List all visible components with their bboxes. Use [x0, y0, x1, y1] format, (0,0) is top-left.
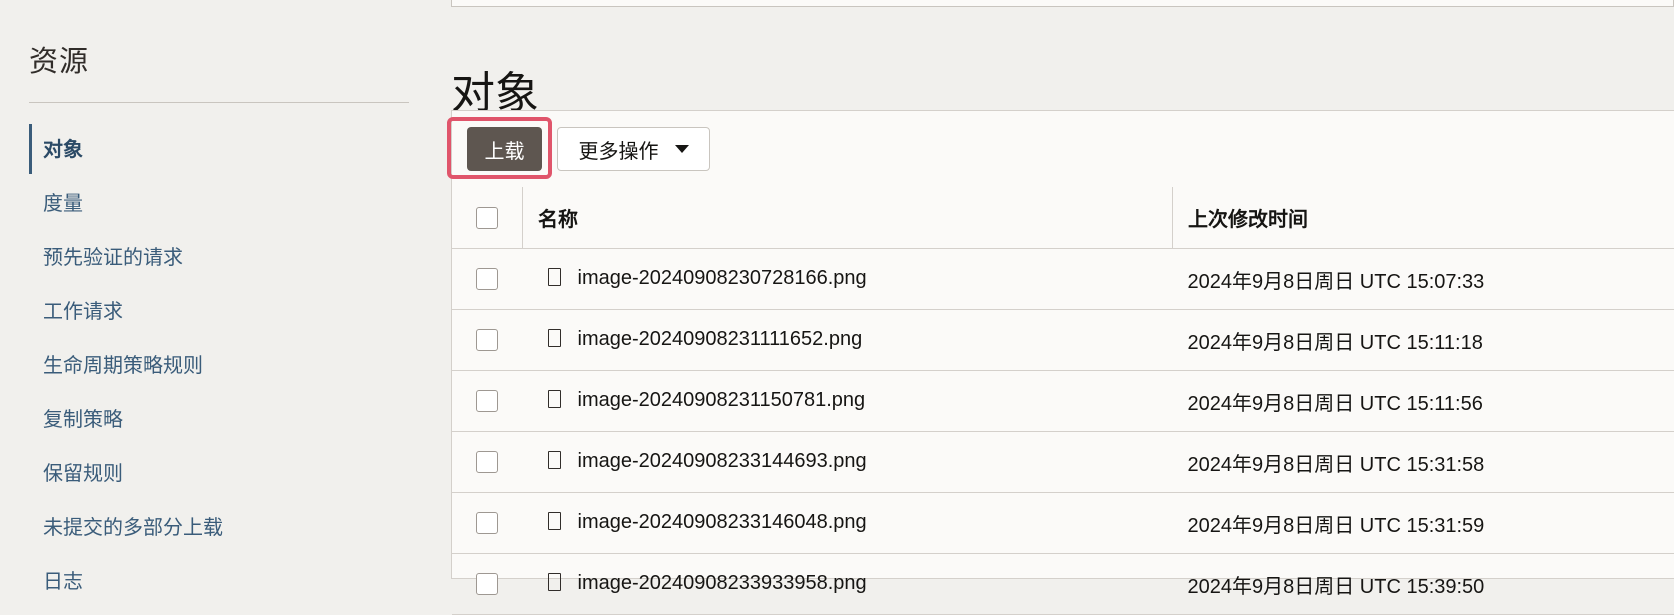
nav-item-lifecycle-rules[interactable]: 生命周期策略规则: [29, 338, 409, 392]
nav-item-work-requests[interactable]: 工作请求: [29, 284, 409, 338]
more-actions-button[interactable]: 更多操作: [557, 127, 710, 171]
upload-button[interactable]: 上载: [467, 127, 542, 171]
select-all-checkbox[interactable]: [476, 207, 498, 229]
last-modified: 2024年9月8日周日 UTC 15:11:18: [1188, 332, 1483, 354]
last-modified: 2024年9月8日周日 UTC 15:07:33: [1188, 271, 1485, 293]
sidebar-title: 资源: [29, 38, 89, 80]
nav-item-multipart-uploads[interactable]: 未提交的多部分上载: [29, 500, 409, 554]
caret-down-icon: [675, 145, 689, 153]
top-panel-edge: [451, 0, 1674, 7]
object-name[interactable]: image-20240908231111652.png: [578, 329, 863, 351]
row-checkbox[interactable]: [476, 451, 498, 473]
resources-sidebar: 资源 对象 度量 预先验证的请求 工作请求 生命周期策略规则 复制策略 保留规则…: [0, 0, 420, 579]
resources-nav: 对象 度量 预先验证的请求 工作请求 生命周期策略规则 复制策略 保留规则 未提…: [29, 122, 409, 608]
row-checkbox[interactable]: [476, 268, 498, 290]
nav-item-objects[interactable]: 对象: [29, 122, 409, 176]
file-icon: [548, 512, 561, 530]
table-row: image-20240908233144693.png 2024年9月8日周日 …: [452, 432, 1674, 493]
row-checkbox[interactable]: [476, 512, 498, 534]
main-content: 对象 上载 更多操作 名称 上次修改时间 image-202409082: [451, 0, 1674, 579]
objects-panel: 上载 更多操作 名称 上次修改时间 image-2024090823072816…: [451, 110, 1674, 579]
object-name[interactable]: image-20240908233933958.png: [578, 573, 867, 595]
object-name[interactable]: image-20240908230728166.png: [578, 268, 867, 290]
select-all-cell: [452, 187, 523, 249]
column-header-name[interactable]: 名称: [523, 187, 1173, 249]
table-row: image-20240908230728166.png 2024年9月8日周日 …: [452, 249, 1674, 310]
table-row: image-20240908233933958.png 2024年9月8日周日 …: [452, 554, 1674, 615]
file-icon: [548, 573, 561, 591]
last-modified: 2024年9月8日周日 UTC 15:11:56: [1188, 393, 1483, 415]
nav-item-logs[interactable]: 日志: [29, 554, 409, 608]
nav-item-preauth-requests[interactable]: 预先验证的请求: [29, 230, 409, 284]
more-actions-label: 更多操作: [579, 135, 659, 164]
column-header-modified[interactable]: 上次修改时间: [1173, 187, 1674, 249]
table-row: image-20240908231111652.png 2024年9月8日周日 …: [452, 310, 1674, 371]
row-checkbox[interactable]: [476, 390, 498, 412]
row-checkbox[interactable]: [476, 329, 498, 351]
last-modified: 2024年9月8日周日 UTC 15:31:58: [1188, 454, 1485, 476]
table-row: image-20240908233146048.png 2024年9月8日周日 …: [452, 493, 1674, 554]
nav-item-retention-rules[interactable]: 保留规则: [29, 446, 409, 500]
last-modified: 2024年9月8日周日 UTC 15:31:59: [1188, 515, 1485, 537]
file-icon: [548, 451, 561, 469]
table-row: image-20240908231150781.png 2024年9月8日周日 …: [452, 371, 1674, 432]
table-header-row: 名称 上次修改时间: [452, 187, 1674, 249]
nav-item-metrics[interactable]: 度量: [29, 176, 409, 230]
row-checkbox[interactable]: [476, 573, 498, 595]
file-icon: [548, 268, 561, 286]
object-name[interactable]: image-20240908233144693.png: [578, 451, 867, 473]
file-icon: [548, 329, 561, 347]
toolbar: 上载 更多操作: [452, 111, 1674, 187]
object-name[interactable]: image-20240908233146048.png: [578, 512, 867, 534]
file-icon: [548, 390, 561, 408]
sidebar-divider: [29, 102, 409, 103]
nav-item-replication-policy[interactable]: 复制策略: [29, 392, 409, 446]
objects-table: 名称 上次修改时间 image-20240908230728166.png 20…: [452, 187, 1674, 615]
object-name[interactable]: image-20240908231150781.png: [578, 390, 866, 412]
